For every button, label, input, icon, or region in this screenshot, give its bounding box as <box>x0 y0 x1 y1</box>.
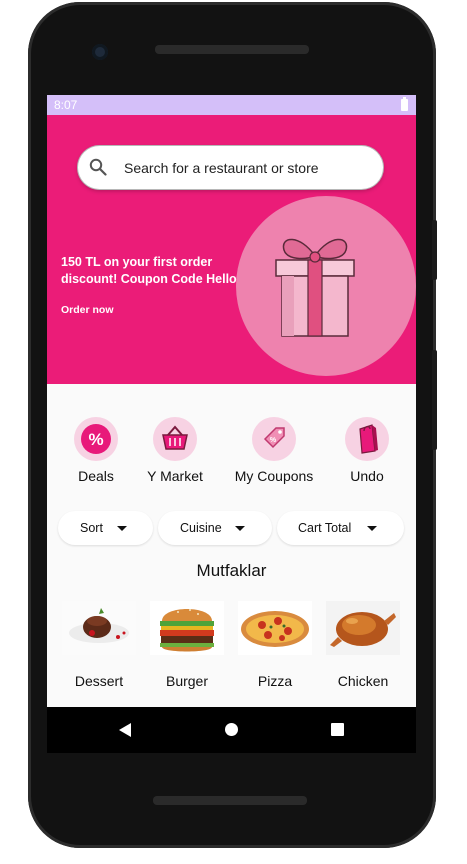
category-y-market[interactable]: Y Market <box>130 417 220 484</box>
order-now-link[interactable]: Order now <box>61 304 114 316</box>
status-bar: 8:07 <box>47 95 416 115</box>
gift-box-icon <box>275 238 355 337</box>
shopping-basket-icon <box>162 425 188 450</box>
category-label: Undo <box>350 468 384 484</box>
section-title: Mutfaklar <box>196 561 267 580</box>
app-screen: 8:07 Search for a restaurant or store 15… <box>47 95 416 707</box>
food-pizza[interactable]: Pizza <box>235 601 315 689</box>
back-icon[interactable] <box>119 723 131 737</box>
dessert-image <box>62 601 136 655</box>
food-label: Chicken <box>337 673 389 689</box>
coupon-tag-icon: % <box>263 427 285 449</box>
promo-text: 150 TL on your first order discount! Cou… <box>61 255 237 286</box>
category-label: Deals <box>78 468 114 484</box>
food-label: Dessert <box>74 673 124 689</box>
system-nav-bar <box>47 707 416 753</box>
top-speaker <box>155 45 309 54</box>
burger-image <box>150 601 224 655</box>
pizza-image <box>238 601 312 655</box>
status-time: 8:07 <box>54 98 78 112</box>
promo-hero: Search for a restaurant or store 150 TL … <box>47 115 416 384</box>
cart-total-dropdown[interactable]: Cart Total <box>277 511 404 545</box>
cuisine-dropdown[interactable]: Cuisine <box>158 511 272 545</box>
battery-icon <box>401 97 408 111</box>
chevron-down-icon <box>367 526 377 531</box>
chicken-image <box>326 601 400 655</box>
sort-dropdown[interactable]: Sort <box>58 511 153 545</box>
category-label: Y Market <box>147 468 203 484</box>
search-placeholder: Search for a restaurant or store <box>124 160 319 176</box>
chevron-down-icon <box>235 526 245 531</box>
category-my-coupons[interactable]: % My Coupons <box>229 417 319 484</box>
search-icon <box>89 158 107 176</box>
svg-text:%: % <box>88 430 103 449</box>
food-label: Burger <box>165 673 209 689</box>
category-undo[interactable]: Undo <box>322 417 412 484</box>
shopping-bag-icon <box>359 424 378 454</box>
power-button <box>432 220 437 280</box>
food-chicken[interactable]: Chicken <box>323 601 403 689</box>
cuisine-label: Cuisine <box>180 521 222 535</box>
food-burger[interactable]: Burger <box>147 601 227 689</box>
percent-badge-icon: % <box>81 424 111 454</box>
bottom-speaker <box>153 796 307 805</box>
recent-apps-icon[interactable] <box>331 723 344 736</box>
category-label: My Coupons <box>234 468 314 484</box>
sort-label: Sort <box>80 521 103 535</box>
home-icon[interactable] <box>225 723 238 736</box>
cart-total-label: Cart Total <box>298 521 352 535</box>
chevron-down-icon <box>117 526 127 531</box>
category-deals[interactable]: % Deals <box>51 417 141 484</box>
food-dessert[interactable]: Dessert <box>59 601 139 689</box>
front-camera <box>92 44 108 60</box>
volume-button <box>432 350 437 450</box>
food-label: Pizza <box>257 673 293 689</box>
svg-text:%: % <box>270 437 277 444</box>
search-input[interactable]: Search for a restaurant or store <box>78 146 383 189</box>
